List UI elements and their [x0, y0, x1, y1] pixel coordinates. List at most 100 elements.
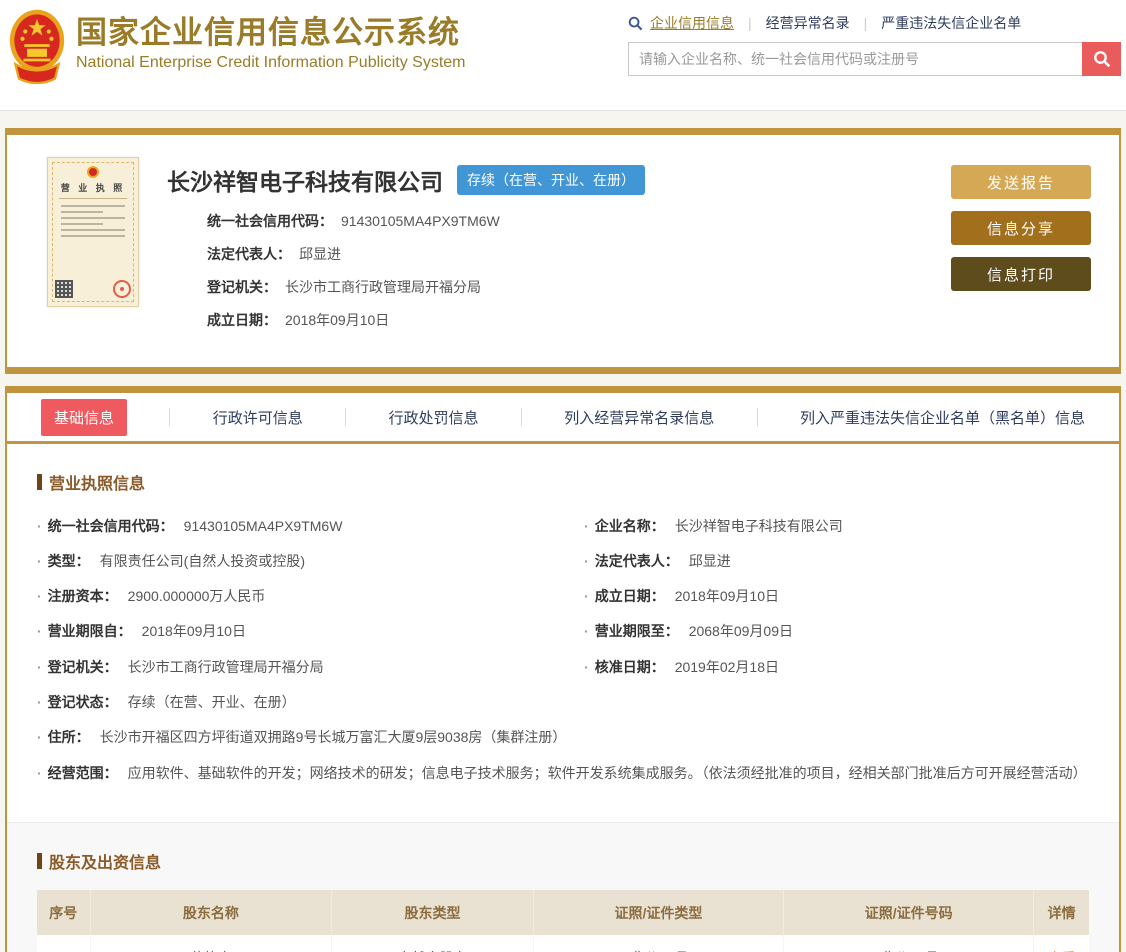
tab-administrative-licensing[interactable]: 行政许可信息 — [213, 407, 303, 428]
field-value: 2068年09月09日 — [688, 623, 793, 640]
field-value: 91430105MA4PX9TM6W — [341, 213, 500, 229]
section-title-text: 股东及出资信息 — [49, 855, 162, 873]
business-license-thumbnail[interactable]: 营 业 执 照 — [47, 157, 139, 307]
cell-cert-type: 非公示项 — [533, 935, 785, 952]
field-label: 注册资本： — [47, 588, 118, 605]
field-label: 住所： — [47, 729, 90, 746]
tab-separator — [756, 408, 758, 426]
field-label: 营业期限至： — [594, 623, 679, 640]
shareholders-table: 序号 股东名称 股东类型 证照/证件类型 证照/证件号码 详情 1 黄艳春 自然… — [37, 890, 1089, 952]
field-value: 2900.000000万人民币 — [127, 588, 266, 605]
tab-bar: 基础信息 行政许可信息 行政处罚信息 列入经营异常名录信息 列入严重违法失信企业… — [7, 393, 1119, 444]
column-header-cert-type: 证照/证件类型 — [533, 890, 785, 936]
tab-serious-violations-blacklist[interactable]: 列入严重违法失信企业名单（黑名单）信息 — [800, 407, 1085, 428]
summary-field-legal-rep: 法定代表人： 邱显进 — [207, 244, 951, 264]
field-label: 登记机关： — [207, 279, 277, 295]
field-registered-capital: 注册资本： 2900.000000万人民币 — [37, 579, 584, 614]
brand-text: 国家企业信用信息公示系统 National Enterprise Credit … — [76, 8, 466, 72]
tab-abnormal-operations-list[interactable]: 列入经营异常名录信息 — [564, 407, 714, 428]
license-red-seal — [113, 280, 131, 298]
field-company-type: 类型： 有限责任公司(自然人投资或控股) — [37, 543, 584, 578]
section-title-shareholders: 股东及出资信息 — [37, 849, 1089, 873]
field-label: 登记机关： — [47, 658, 118, 675]
tab-administrative-penalty[interactable]: 行政处罚信息 — [388, 407, 478, 428]
section-title-bar — [37, 853, 42, 870]
section-title-business-license: 营业执照信息 — [37, 470, 1089, 494]
shareholders-section: 股东及出资信息 序号 股东名称 股东类型 证照/证件类型 证照/证件号码 详情 … — [7, 822, 1119, 952]
summary-actions: 发送报告 信息分享 信息打印 — [951, 157, 1091, 343]
field-value: 长沙市开福区四方坪街道双拥路9号长城万富汇大厦9层9038房（集群注册） — [99, 729, 567, 746]
site-title-en: National Enterprise Credit Information P… — [76, 54, 466, 72]
field-label: 统一社会信用代码： — [207, 213, 333, 229]
summary-field-credit-code: 统一社会信用代码： 91430105MA4PX9TM6W — [207, 211, 951, 231]
table-row: 1 黄艳春 自然人股东 非公示项 非公示项 查看 — [37, 935, 1089, 952]
share-info-button[interactable]: 信息分享 — [951, 211, 1091, 245]
field-label: 经营范围： — [47, 764, 118, 781]
field-legal-rep: 法定代表人： 邱显进 — [584, 543, 1089, 578]
search-button[interactable] — [1082, 42, 1121, 76]
field-business-scope: 经营范围： 应用软件、基础软件的开发；网络技术的研发；信息电子技术服务；软件开发系… — [37, 755, 1089, 790]
nav-separator: | — [748, 15, 752, 31]
field-company-name: 企业名称： 长沙祥智电子科技有限公司 — [584, 508, 1089, 543]
field-value: 邱显进 — [299, 246, 341, 262]
field-label: 统一社会信用代码： — [47, 517, 174, 534]
search-icon — [1093, 51, 1110, 68]
field-label: 法定代表人： — [207, 246, 291, 262]
site-title-cn: 国家企业信用信息公示系统 — [76, 15, 460, 50]
field-value: 2018年09月10日 — [141, 623, 246, 640]
company-name: 长沙祥智电子科技有限公司 — [167, 169, 443, 195]
company-detail-card: 基础信息 行政许可信息 行政处罚信息 列入经营异常名录信息 列入严重违法失信企业… — [5, 386, 1121, 952]
search-bar — [628, 42, 1121, 76]
field-term-from: 营业期限自： 2018年09月10日 — [37, 614, 584, 649]
status-badge: 存续（在营、开业、在册） — [457, 165, 645, 195]
cell-seq: 1 — [37, 935, 91, 952]
nav-link-abnormal-operations[interactable]: 经营异常名录 — [766, 13, 850, 33]
site-header: 国家企业信用信息公示系统 National Enterprise Credit … — [0, 0, 1126, 111]
print-info-button[interactable]: 信息打印 — [951, 257, 1091, 291]
field-value: 存续（在营、开业、在册） — [127, 693, 296, 710]
field-value: 有限责任公司(自然人投资或控股) — [99, 552, 305, 569]
column-header-seq: 序号 — [37, 890, 91, 936]
company-summary-card: 营 业 执 照 长沙祥智电子科技有限公司 存续（在营、开业、在册） 统一社会信用… — [5, 128, 1121, 374]
table-header-row: 序号 股东名称 股东类型 证照/证件类型 证照/证件号码 详情 — [37, 890, 1089, 936]
company-summary-info: 长沙祥智电子科技有限公司 存续（在营、开业、在册） 统一社会信用代码： 91430… — [139, 157, 951, 343]
column-header-detail: 详情 — [1033, 890, 1089, 936]
section-title-text: 营业执照信息 — [49, 476, 146, 493]
business-license-info-section: 营业执照信息 统一社会信用代码： 91430105MA4PX9TM6W 企业名称：… — [7, 444, 1119, 808]
cell-shareholder-type: 自然人股东 — [331, 935, 534, 952]
field-label: 企业名称： — [594, 517, 665, 534]
field-value: 应用软件、基础软件的开发；网络技术的研发；信息电子技术服务；软件开发系统集成服务… — [127, 764, 1087, 781]
nav-separator: | — [863, 15, 868, 31]
field-value: 邱显进 — [688, 552, 731, 569]
send-report-button[interactable]: 发送报告 — [951, 165, 1091, 199]
field-label: 登记状态： — [47, 693, 118, 710]
cell-shareholder-name: 黄艳春 — [90, 935, 333, 952]
search-icon — [628, 16, 643, 31]
field-value: 91430105MA4PX9TM6W — [183, 517, 343, 534]
field-registration-authority: 登记机关： 长沙市工商行政管理局开福分局 — [37, 649, 584, 684]
field-value: 2018年09月10日 — [674, 588, 779, 605]
license-field-grid: 统一社会信用代码： 91430105MA4PX9TM6W 企业名称： 长沙祥智电子科… — [37, 508, 1089, 790]
tab-basic-info[interactable]: 基础信息 — [41, 398, 128, 436]
tab-separator — [169, 408, 171, 426]
field-label: 成立日期： — [207, 312, 277, 328]
summary-field-registration-authority: 登记机关： 长沙市工商行政管理局开福分局 — [207, 277, 951, 297]
field-label: 类型： — [47, 552, 90, 569]
field-value: 长沙祥智电子科技有限公司 — [674, 517, 843, 534]
field-credit-code: 统一社会信用代码： 91430105MA4PX9TM6W — [37, 508, 584, 543]
nav-link-enterprise-credit[interactable]: 企业信用信息 — [650, 13, 734, 33]
license-qr-code — [55, 280, 73, 298]
summary-field-establishment-date: 成立日期： 2018年09月10日 — [207, 310, 951, 330]
field-label: 法定代表人： — [594, 552, 679, 569]
field-value: 长沙市工商行政管理局开福分局 — [285, 279, 481, 295]
search-input[interactable] — [628, 42, 1082, 76]
column-header-cert-number: 证照/证件号码 — [783, 890, 1035, 936]
field-label: 成立日期： — [594, 588, 665, 605]
tab-separator — [520, 408, 522, 426]
cell-cert-number: 非公示项 — [783, 935, 1035, 952]
column-header-shareholder-type: 股东类型 — [331, 890, 534, 936]
nav-link-serious-violations[interactable]: 严重违法失信企业名单 — [881, 13, 1021, 33]
field-label: 营业期限自： — [47, 623, 132, 640]
field-value: 2018年09月10日 — [285, 312, 390, 328]
column-header-shareholder-name: 股东名称 — [90, 890, 333, 936]
